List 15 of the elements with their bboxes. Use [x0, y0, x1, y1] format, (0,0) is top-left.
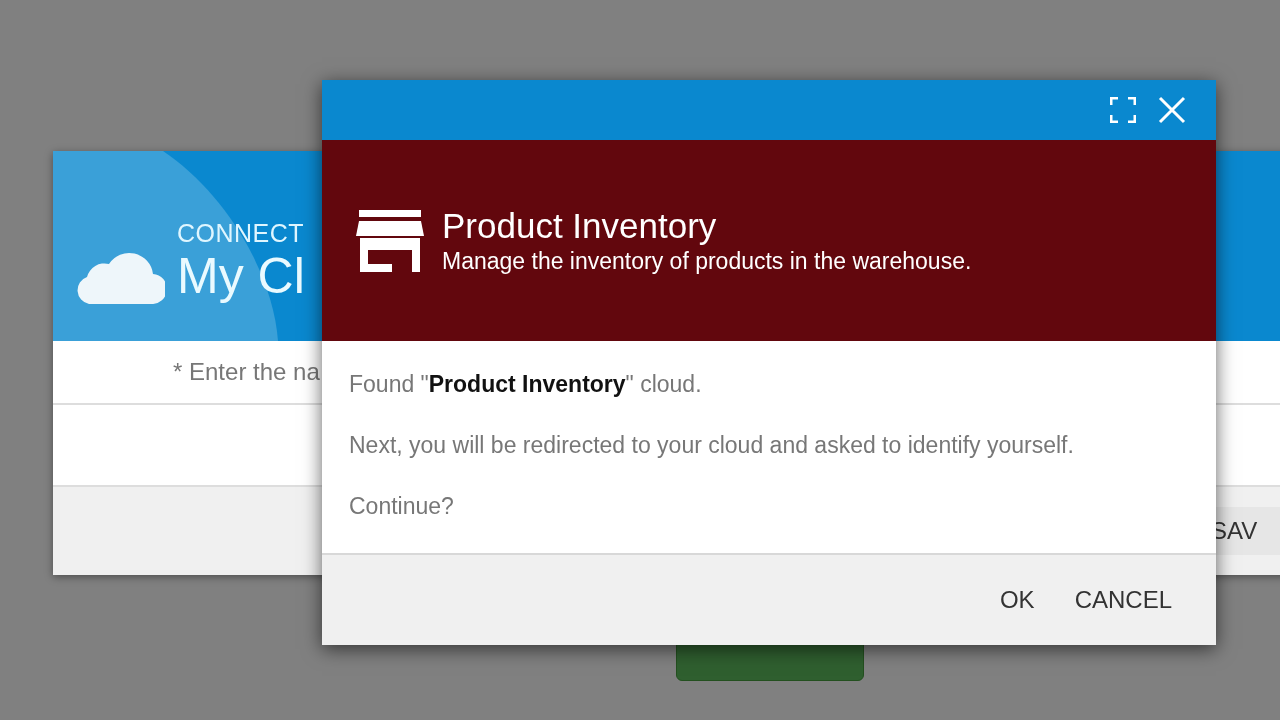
message-text: Continue?: [349, 493, 455, 520]
app-description: Manage the inventory of products in the warehouse.: [442, 248, 972, 275]
app-name: Product Inventory: [442, 206, 718, 246]
ok-button[interactable]: OK: [985, 578, 1049, 622]
close-icon: [1158, 96, 1186, 124]
maximize-icon: [1110, 97, 1136, 123]
store-icon: [356, 209, 424, 272]
header-label: CONNECT: [177, 218, 305, 248]
message-text: Found "Product Inventory" cloud.: [349, 371, 703, 398]
maximize-button[interactable]: [1110, 97, 1136, 123]
message-text: Next, you will be redirected to your cloud and asked to identify yourself.: [349, 432, 1075, 459]
window-title: My Cl: [177, 247, 305, 304]
close-button[interactable]: [1158, 96, 1186, 124]
cancel-button[interactable]: CANCEL: [1060, 578, 1186, 622]
field-hint: * Enter the na: [173, 358, 320, 386]
